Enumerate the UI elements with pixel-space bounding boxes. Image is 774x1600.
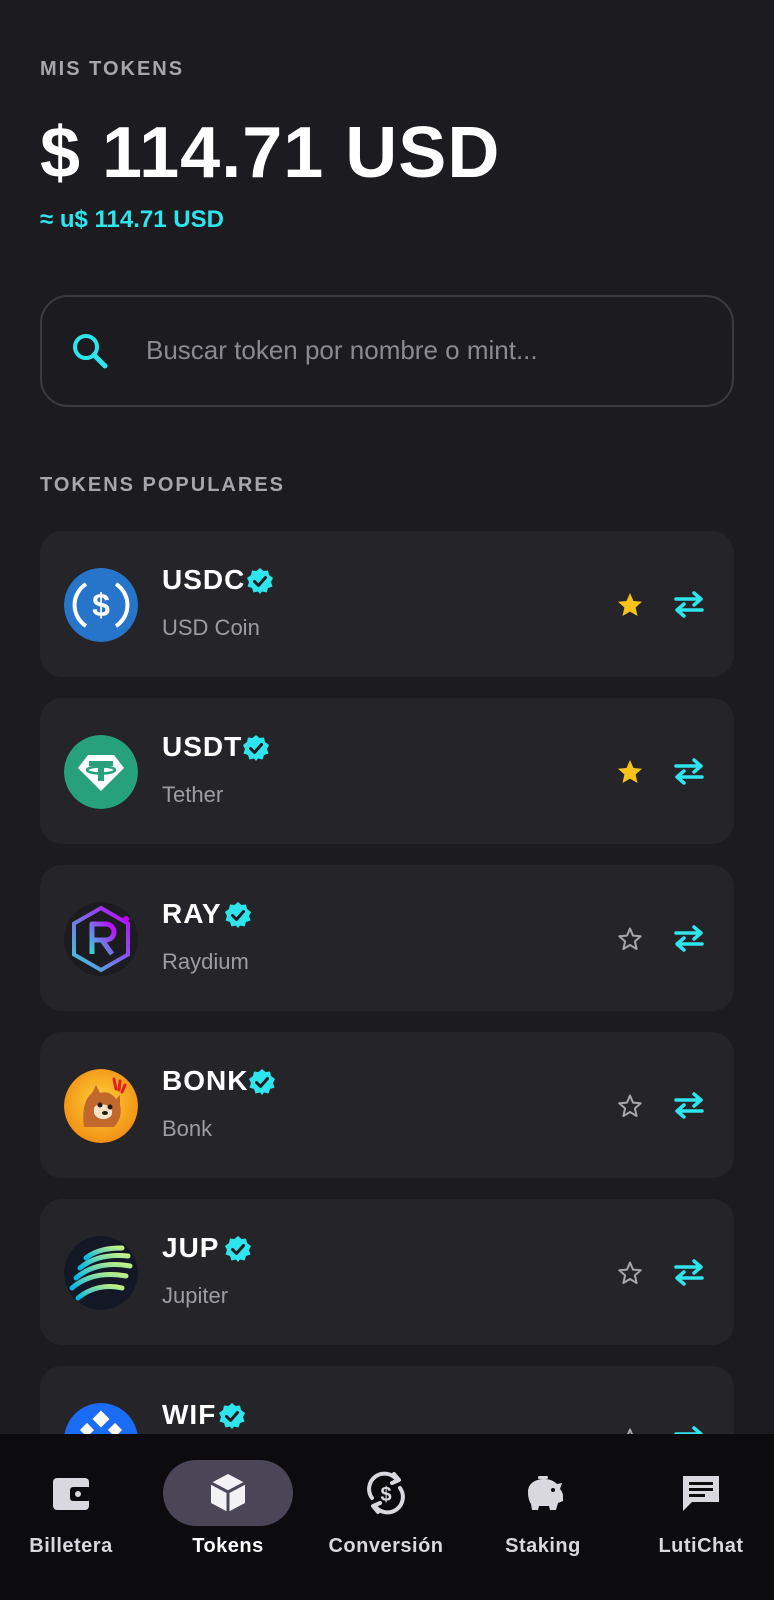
swap-arrows-icon[interactable] <box>672 589 706 619</box>
nav-label: LutiChat <box>658 1535 744 1557</box>
favorite-star-filled-icon[interactable] <box>616 591 644 619</box>
popular-token-list: $ USDC USD Coin USDT Tether RAY Raydium … <box>40 531 734 1434</box>
token-row-usdc[interactable]: $ USDC USD Coin <box>40 531 734 677</box>
svg-text:$: $ <box>380 1484 391 1506</box>
favorite-star-outline-icon[interactable] <box>616 1092 644 1120</box>
nav-tab-conversion[interactable]: $ Conversión <box>311 1434 461 1600</box>
search-input[interactable]: Buscar token por nombre o mint... <box>146 335 538 366</box>
favorite-star-outline-icon[interactable] <box>616 1259 644 1287</box>
swap-arrows-icon[interactable] <box>672 1090 706 1120</box>
token-symbol: BONK <box>162 1065 249 1096</box>
swap-arrows-icon[interactable] <box>672 1257 706 1287</box>
piggy-bank-icon <box>528 1476 563 1510</box>
token-name: Jupiter <box>162 1283 229 1308</box>
verified-badge-icon <box>247 568 273 594</box>
favorite-star-outline-icon[interactable] <box>616 925 644 953</box>
token-row-jup[interactable]: JUP Jupiter <box>40 1199 734 1345</box>
nav-tab-tokens[interactable]: Tokens <box>153 1434 303 1600</box>
token-symbol: USDT <box>162 731 243 762</box>
bottom-navigation-bar: Billetera Tokens $ Conversión Staking Lu… <box>0 1434 774 1600</box>
tokens-screen: MIS TOKENS $ 114.71 USD ≈ u$ 114.71 USD … <box>0 0 774 1434</box>
my-tokens-label: MIS TOKENS <box>40 58 185 80</box>
nav-tab-lutichat[interactable]: LutiChat <box>626 1434 774 1600</box>
currency-exchange-icon: $ <box>367 1471 405 1515</box>
token-row-usdt[interactable]: USDT Tether <box>40 698 734 844</box>
token-name: Tether <box>162 782 224 807</box>
verified-badge-icon <box>225 1236 251 1262</box>
jupiter-logo-icon <box>64 1236 138 1310</box>
token-name: Bonk <box>162 1116 213 1141</box>
nav-label: Billetera <box>29 1535 113 1557</box>
balance-approx: ≈ u$ 114.71 USD <box>40 206 224 233</box>
nav-label: Conversión <box>328 1535 444 1557</box>
bonk-logo-icon <box>64 1069 138 1143</box>
usdc-logo-icon: $ <box>64 568 138 642</box>
token-symbol: USDC <box>162 564 246 595</box>
verified-badge-icon <box>249 1069 275 1095</box>
nav-tab-staking[interactable]: Staking <box>468 1434 618 1600</box>
token-row-wif[interactable]: WIF dogwifhat <box>40 1366 734 1434</box>
token-row-ray[interactable]: RAY Raydium <box>40 865 734 1011</box>
token-name: Raydium <box>162 949 249 974</box>
wallet-icon <box>53 1478 91 1510</box>
token-search-field[interactable]: Buscar token por nombre o mint... <box>40 295 734 407</box>
raydium-logo-icon <box>64 902 138 976</box>
svg-text:$: $ <box>92 587 110 623</box>
nav-tab-billetera[interactable]: Billetera <box>0 1434 146 1600</box>
token-symbol: RAY <box>162 898 222 929</box>
token-name: USD Coin <box>162 615 260 640</box>
favorite-star-filled-icon[interactable] <box>616 758 644 786</box>
chat-icon <box>683 1476 719 1511</box>
nav-label: Tokens <box>192 1535 264 1557</box>
verified-badge-icon <box>219 1403 245 1429</box>
nav-label: Staking <box>505 1535 581 1557</box>
usdt-logo-icon <box>64 735 138 809</box>
token-row-bonk[interactable]: BONK Bonk <box>40 1032 734 1178</box>
token-symbol: JUP <box>162 1232 220 1263</box>
token-symbol: WIF <box>162 1399 217 1430</box>
search-icon <box>73 334 108 369</box>
popular-tokens-label: TOKENS POPULARES <box>40 474 285 496</box>
swap-arrows-icon[interactable] <box>672 1424 706 1434</box>
wif-logo-icon <box>64 1403 138 1434</box>
cube-icon <box>210 1474 246 1512</box>
verified-badge-icon <box>243 735 269 761</box>
verified-badge-icon <box>225 902 251 928</box>
favorite-star-outline-icon[interactable] <box>616 1426 644 1434</box>
total-balance: $ 114.71 USD <box>40 113 501 193</box>
swap-arrows-icon[interactable] <box>672 923 706 953</box>
swap-arrows-icon[interactable] <box>672 756 706 786</box>
